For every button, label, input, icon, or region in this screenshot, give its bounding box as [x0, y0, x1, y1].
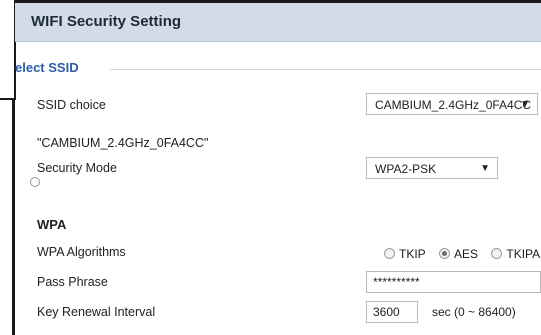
key-renewal-unit: sec (0 ~ 86400) [432, 305, 516, 319]
radio-tkip-label: TKIP [399, 246, 426, 261]
pass-phrase-label: Pass Phrase [37, 275, 108, 289]
wpa-algorithms-label: WPA Algorithms [37, 245, 126, 259]
panel-header: WIFI Security Setting [15, 3, 541, 42]
radio-tkip[interactable]: TKIP [384, 246, 429, 261]
ssid-choice-label: SSID choice [37, 98, 106, 112]
triangle-down-icon: ▼ [520, 99, 530, 110]
key-renewal-input[interactable]: 3600 [366, 301, 418, 323]
key-renewal-value: 3600 [373, 305, 400, 319]
wpa-section-title: WPA [37, 217, 67, 232]
ssid-name-text: "CAMBIUM_2.4GHz_0FA4CC" [37, 136, 209, 150]
radio-tkipaes[interactable]: TKIPAES [491, 246, 541, 261]
triangle-down-icon: ▼ [480, 163, 490, 174]
security-mode-select[interactable]: WPA2-PSK ▼ [366, 157, 498, 179]
radio-tkipaes-label: TKIPAES [506, 246, 541, 261]
ssid-choice-select[interactable]: CAMBIUM_2.4GHz_0FA4CC ▼ [366, 93, 538, 115]
select-ssid-legend: elect SSID [15, 60, 79, 75]
ssid-choice-value: CAMBIUM_2.4GHz_0FA4CC [375, 98, 532, 112]
pass-phrase-input[interactable]: ********** [366, 271, 541, 293]
marker-circle [30, 177, 40, 187]
wpa-algorithms-radio-group: TKIP AES TKIPAES [384, 246, 541, 261]
radio-circle-icon[interactable] [384, 248, 395, 260]
security-mode-value: WPA2-PSK [375, 162, 437, 176]
radio-aes[interactable]: AES [439, 246, 481, 261]
radio-aes-label: AES [454, 246, 479, 261]
fieldset-divider [110, 69, 541, 70]
key-renewal-label: Key Renewal Interval [37, 305, 156, 319]
radio-checked-icon[interactable] [439, 248, 451, 260]
frame-corner [0, 0, 16, 100]
security-mode-label: Security Mode [37, 161, 117, 175]
page-title: WIFI Security Setting [31, 13, 182, 30]
radio-circle-icon[interactable] [491, 248, 503, 260]
pass-phrase-value: ********** [373, 275, 420, 289]
